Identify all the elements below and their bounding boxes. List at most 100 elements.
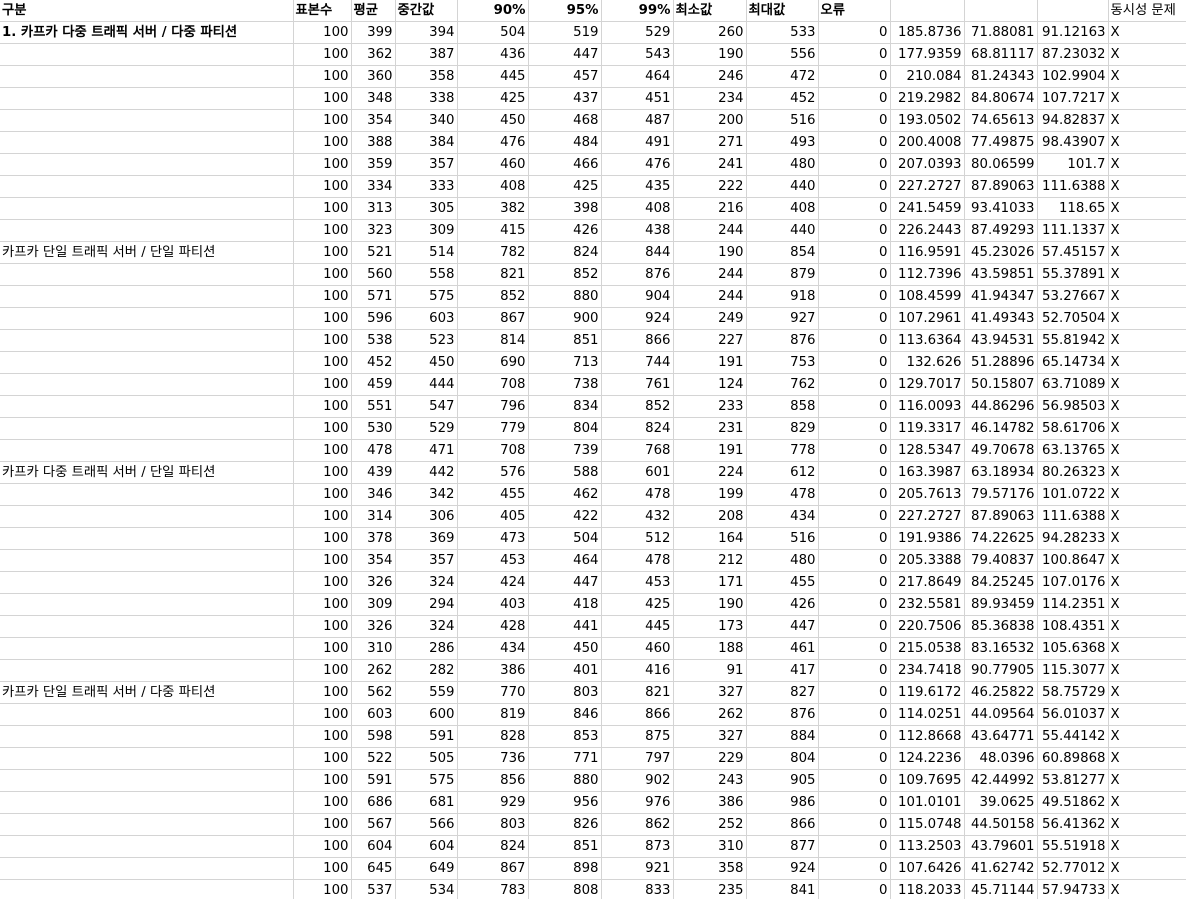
value-cell[interactable]: 190 bbox=[673, 593, 747, 616]
empty-cell[interactable] bbox=[0, 769, 294, 792]
value-cell[interactable]: 504 bbox=[528, 527, 602, 550]
value-cell[interactable]: 118.65 bbox=[1037, 197, 1109, 220]
value-cell[interactable]: 244 bbox=[673, 285, 747, 308]
concurrency-cell[interactable]: X bbox=[1108, 285, 1186, 308]
value-cell[interactable]: 450 bbox=[395, 351, 458, 374]
value-cell[interactable]: 55.44142 bbox=[1037, 725, 1109, 748]
value-cell[interactable]: 107.6426 bbox=[890, 857, 965, 880]
value-cell[interactable]: 858 bbox=[746, 395, 819, 418]
value-cell[interactable]: 100 bbox=[293, 131, 352, 154]
value-cell[interactable]: 783 bbox=[457, 879, 529, 899]
empty-cell[interactable] bbox=[0, 505, 294, 528]
value-cell[interactable]: 41.62742 bbox=[964, 857, 1038, 880]
value-cell[interactable]: 519 bbox=[528, 21, 602, 44]
value-cell[interactable]: 504 bbox=[457, 21, 529, 44]
value-cell[interactable]: 398 bbox=[528, 197, 602, 220]
value-cell[interactable]: 101.0722 bbox=[1037, 483, 1109, 506]
value-cell[interactable]: 841 bbox=[746, 879, 819, 899]
concurrency-cell[interactable]: X bbox=[1108, 813, 1186, 836]
value-cell[interactable]: 100 bbox=[293, 395, 352, 418]
concurrency-cell[interactable]: X bbox=[1108, 637, 1186, 660]
concurrency-cell[interactable]: X bbox=[1108, 43, 1186, 66]
value-cell[interactable]: 205.7613 bbox=[890, 483, 965, 506]
value-cell[interactable]: 100 bbox=[293, 329, 352, 352]
value-cell[interactable]: 100 bbox=[293, 549, 352, 572]
value-cell[interactable]: 63.18934 bbox=[964, 461, 1038, 484]
value-cell[interactable]: 163.3987 bbox=[890, 461, 965, 484]
value-cell[interactable]: 100 bbox=[293, 351, 352, 374]
value-cell[interactable]: 598 bbox=[351, 725, 396, 748]
value-cell[interactable]: 100 bbox=[293, 417, 352, 440]
value-cell[interactable]: 200.4008 bbox=[890, 131, 965, 154]
value-cell[interactable]: 880 bbox=[528, 769, 602, 792]
value-cell[interactable]: 346 bbox=[351, 483, 396, 506]
value-cell[interactable]: 306 bbox=[395, 505, 458, 528]
empty-cell[interactable] bbox=[0, 879, 294, 899]
concurrency-cell[interactable]: X bbox=[1108, 571, 1186, 594]
concurrency-cell[interactable]: X bbox=[1108, 879, 1186, 899]
value-cell[interactable]: 100 bbox=[293, 813, 352, 836]
value-cell[interactable]: 588 bbox=[528, 461, 602, 484]
value-cell[interactable]: 39.0625 bbox=[964, 791, 1038, 814]
value-cell[interactable]: 873 bbox=[601, 835, 674, 858]
value-cell[interactable]: 439 bbox=[351, 461, 396, 484]
value-cell[interactable]: 100 bbox=[293, 439, 352, 462]
value-cell[interactable]: 354 bbox=[351, 109, 396, 132]
value-cell[interactable]: 79.40837 bbox=[964, 549, 1038, 572]
empty-cell[interactable] bbox=[0, 175, 294, 198]
value-cell[interactable]: 112.8668 bbox=[890, 725, 965, 748]
value-cell[interactable]: 359 bbox=[351, 153, 396, 176]
value-cell[interactable]: 83.16532 bbox=[964, 637, 1038, 660]
value-cell[interactable]: 43.59851 bbox=[964, 263, 1038, 286]
value-cell[interactable]: 0 bbox=[818, 43, 891, 66]
value-cell[interactable]: 708 bbox=[457, 439, 529, 462]
value-cell[interactable]: 208 bbox=[673, 505, 747, 528]
concurrency-cell[interactable]: X bbox=[1108, 615, 1186, 638]
value-cell[interactable]: 921 bbox=[601, 857, 674, 880]
value-cell[interactable]: 478 bbox=[601, 483, 674, 506]
value-cell[interactable]: 976 bbox=[601, 791, 674, 814]
value-cell[interactable]: 0 bbox=[818, 395, 891, 418]
value-cell[interactable]: 119.6172 bbox=[890, 681, 965, 704]
value-cell[interactable]: 424 bbox=[457, 571, 529, 594]
value-cell[interactable]: 234 bbox=[673, 87, 747, 110]
value-cell[interactable]: 447 bbox=[746, 615, 819, 638]
value-cell[interactable]: 603 bbox=[351, 703, 396, 726]
value-cell[interactable]: 739 bbox=[528, 439, 602, 462]
value-cell[interactable]: 521 bbox=[351, 241, 396, 264]
value-cell[interactable]: 74.65613 bbox=[964, 109, 1038, 132]
value-cell[interactable]: 164 bbox=[673, 527, 747, 550]
value-cell[interactable]: 41.49343 bbox=[964, 307, 1038, 330]
value-cell[interactable]: 360 bbox=[351, 65, 396, 88]
value-cell[interactable]: 0 bbox=[818, 285, 891, 308]
empty-cell[interactable] bbox=[0, 527, 294, 550]
empty-cell[interactable] bbox=[0, 725, 294, 748]
value-cell[interactable]: 219.2982 bbox=[890, 87, 965, 110]
value-cell[interactable]: 324 bbox=[395, 615, 458, 638]
value-cell[interactable]: 438 bbox=[601, 219, 674, 242]
value-cell[interactable]: 512 bbox=[601, 527, 674, 550]
header-cell-category[interactable]: 구분 bbox=[0, 0, 294, 22]
value-cell[interactable]: 244 bbox=[673, 263, 747, 286]
value-cell[interactable]: 576 bbox=[457, 461, 529, 484]
value-cell[interactable]: 422 bbox=[528, 505, 602, 528]
value-cell[interactable]: 227.2727 bbox=[890, 505, 965, 528]
value-cell[interactable]: 354 bbox=[351, 549, 396, 572]
value-cell[interactable]: 929 bbox=[457, 791, 529, 814]
value-cell[interactable]: 464 bbox=[528, 549, 602, 572]
value-cell[interactable]: 466 bbox=[528, 153, 602, 176]
value-cell[interactable]: 229 bbox=[673, 747, 747, 770]
value-cell[interactable]: 386 bbox=[457, 659, 529, 682]
value-cell[interactable]: 453 bbox=[457, 549, 529, 572]
value-cell[interactable]: 200 bbox=[673, 109, 747, 132]
value-cell[interactable]: 55.51918 bbox=[1037, 835, 1109, 858]
value-cell[interactable]: 45.23026 bbox=[964, 241, 1038, 264]
value-cell[interactable]: 455 bbox=[746, 571, 819, 594]
value-cell[interactable]: 876 bbox=[746, 329, 819, 352]
value-cell[interactable]: 84.80674 bbox=[964, 87, 1038, 110]
value-cell[interactable]: 828 bbox=[457, 725, 529, 748]
value-cell[interactable]: 100 bbox=[293, 659, 352, 682]
concurrency-cell[interactable]: X bbox=[1108, 505, 1186, 528]
value-cell[interactable]: 56.41362 bbox=[1037, 813, 1109, 836]
empty-cell[interactable] bbox=[0, 703, 294, 726]
